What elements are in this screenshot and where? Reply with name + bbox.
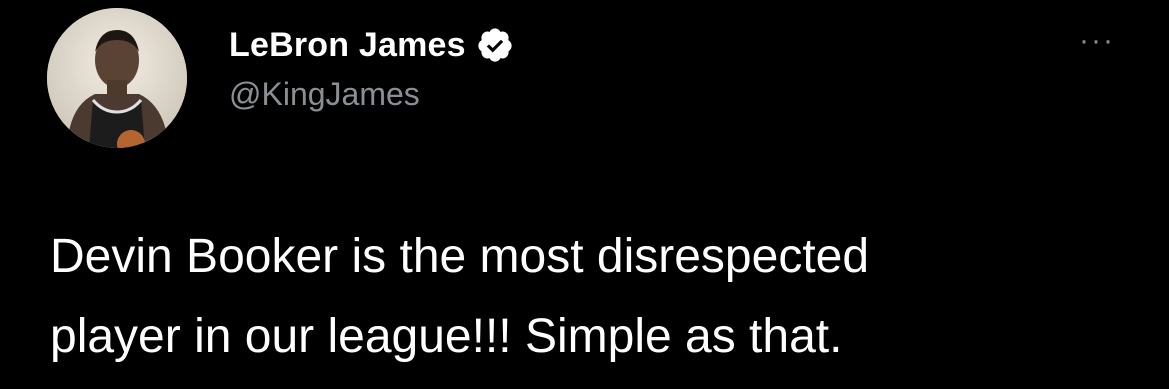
avatar[interactable] — [47, 8, 187, 148]
author-handle[interactable]: @KingJames — [229, 76, 420, 113]
tweet-card: LeBron James @KingJames ··· Devin Booker… — [0, 0, 1169, 389]
tweet-text: Devin Booker is the most disrespected pl… — [50, 230, 870, 363]
verified-check-icon — [476, 26, 514, 64]
more-options-button[interactable]: ··· — [1069, 26, 1125, 56]
author-display-name[interactable]: LeBron James — [229, 26, 466, 65]
author-name-row: LeBron James — [229, 20, 514, 70]
avatar-photo — [47, 8, 187, 148]
more-horizontal-icon: ··· — [1079, 24, 1115, 57]
